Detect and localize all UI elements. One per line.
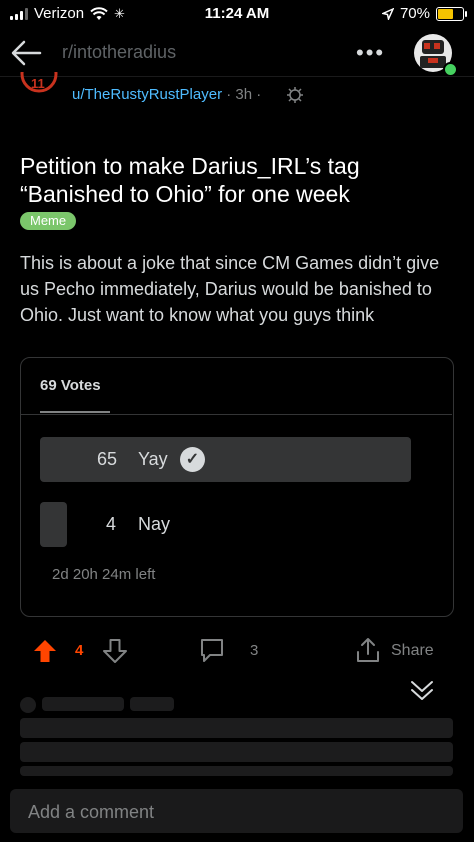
- post-flair[interactable]: Meme: [20, 212, 77, 230]
- skeleton-line: [42, 697, 124, 711]
- battery-fill: [438, 8, 453, 19]
- upvote-icon[interactable]: [32, 638, 58, 664]
- post-author[interactable]: u/TheRustyRustPlayer · 3h ·: [72, 86, 261, 103]
- poll-option-label[interactable]: Nay: [138, 514, 170, 535]
- collapse-chevron-icon[interactable]: [408, 676, 436, 704]
- post-title: Petition to make Darius_IRL’s tag “Banis…: [20, 153, 360, 207]
- subreddit-name[interactable]: r/intotheradius: [62, 42, 176, 63]
- downvote-icon[interactable]: [102, 638, 128, 664]
- location-icon: [381, 7, 394, 20]
- author-name[interactable]: u/TheRustyRustPlayer: [72, 86, 222, 103]
- status-right: 70%: [381, 5, 467, 22]
- poll-divider: [21, 414, 452, 415]
- comment-icon[interactable]: [198, 636, 226, 664]
- post-body: This is about a joke that since CM Games…: [20, 253, 440, 325]
- skeleton-line: [130, 697, 174, 711]
- poll-option-yay[interactable]: 65 Yay ✓: [40, 437, 411, 482]
- checkmark-icon: ✓: [180, 447, 205, 472]
- poll-option-count: 4: [106, 514, 117, 534]
- poll-option-count: 65: [96, 449, 117, 469]
- skeleton-line: [20, 718, 453, 738]
- online-indicator: [443, 62, 458, 77]
- share-button[interactable]: Share: [391, 642, 434, 660]
- subreddit-icon[interactable]: 11: [20, 72, 58, 100]
- skeleton-line: [20, 766, 453, 776]
- header-divider: [0, 76, 474, 77]
- poll-time-left: 2d 20h 24m left: [52, 566, 156, 583]
- battery-icon: [436, 6, 467, 21]
- more-icon[interactable]: •••: [356, 40, 385, 66]
- back-arrow-icon[interactable]: [8, 36, 44, 70]
- poll-option-label: Yay: [138, 449, 168, 469]
- poll-vote-count: 69 Votes: [40, 377, 101, 394]
- comment-count[interactable]: 3: [250, 642, 258, 659]
- post-age: · 3h ·: [226, 86, 262, 103]
- award-icon: [287, 87, 303, 103]
- poll-option-nay-bar[interactable]: [40, 502, 67, 547]
- vote-count: 4: [75, 642, 84, 659]
- skeleton-avatar: [20, 697, 36, 713]
- share-icon[interactable]: [354, 636, 382, 664]
- skeleton-line: [20, 742, 453, 762]
- svg-text:11: 11: [31, 76, 45, 91]
- comment-input[interactable]: [26, 789, 450, 835]
- poll-tab-underline: [40, 411, 110, 413]
- comment-bar: [10, 789, 463, 835]
- battery-percent: 70%: [399, 5, 430, 22]
- status-bar: Verizon ✳ 11:24 AM 70%: [0, 0, 474, 28]
